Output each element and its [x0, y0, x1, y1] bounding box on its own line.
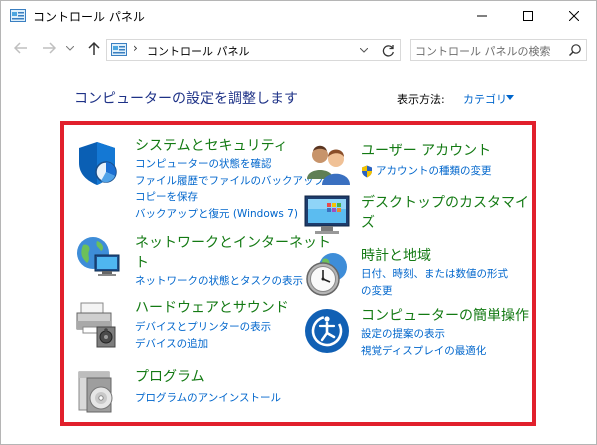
category-link[interactable]: コンピューターの状態を確認 [135, 157, 272, 172]
address-bar[interactable]: › コントロール パネル [106, 39, 401, 61]
printer-icon[interactable] [73, 299, 123, 349]
search-input[interactable]: コントロール パネルの検索 [415, 43, 551, 59]
category-link[interactable]: バックアップと復元 (Windows 7) [135, 207, 298, 222]
category-title[interactable]: 時計と地域 [361, 248, 431, 265]
up-button[interactable] [84, 38, 104, 58]
close-button[interactable] [551, 1, 597, 31]
control-panel-icon [111, 43, 127, 56]
refresh-icon [382, 44, 394, 57]
window-title: コントロール パネル [33, 10, 145, 24]
view-by-dropdown[interactable]: カテゴリ [463, 91, 507, 107]
breadcrumb-chevron-icon[interactable]: › [133, 41, 138, 55]
category-link[interactable]: 日付、時刻、または数値の形式 [361, 267, 508, 282]
search-icon[interactable] [568, 43, 582, 57]
recent-locations-button[interactable] [63, 38, 77, 58]
forward-button[interactable] [39, 38, 59, 58]
category-link[interactable]: アカウントの種類の変更 [376, 164, 492, 179]
category-link[interactable]: の変更 [361, 284, 393, 299]
back-arrow-icon [14, 42, 27, 54]
up-arrow-icon [88, 41, 100, 55]
programs-icon[interactable] [73, 366, 123, 416]
close-icon [569, 11, 579, 21]
maximize-button[interactable] [505, 1, 551, 31]
category-link[interactable]: ファイル履歴でファイルのバックアップ [135, 174, 324, 189]
category-title[interactable]: ユーザー アカウント [361, 143, 491, 160]
ease-of-access-icon[interactable] [303, 306, 353, 356]
minimize-icon [477, 15, 487, 17]
view-by-caret-icon[interactable] [506, 95, 514, 100]
category-title[interactable]: コンピューターの簡単操作 [361, 308, 529, 325]
category-link[interactable]: ネットワークの状態とタスクの表示 [135, 274, 303, 289]
chevron-down-icon [360, 47, 368, 53]
control-panel-icon [10, 9, 26, 22]
forward-arrow-icon [43, 42, 56, 54]
category-title[interactable]: デスクトップのカスタマイ [361, 195, 529, 212]
breadcrumb-item[interactable]: コントロール パネル [147, 43, 250, 59]
chevron-down-icon [66, 45, 74, 51]
users-icon[interactable] [303, 139, 353, 189]
network-globe-icon[interactable] [73, 233, 123, 283]
category-title[interactable]: ネットワークとインターネット [135, 235, 331, 252]
address-dropdown-button[interactable] [357, 44, 371, 56]
category-title[interactable]: ハードウェアとサウンド [135, 300, 289, 317]
category-link[interactable]: コピーを保存 [135, 190, 198, 205]
category-link[interactable]: 設定の提案の表示 [361, 327, 445, 342]
navigation-bar: › コントロール パネル コントロール パネルの検索 [1, 34, 596, 64]
category-title[interactable]: システムとセキュリティ [135, 138, 288, 155]
category-title-wrap[interactable]: ト [135, 255, 149, 272]
category-link[interactable]: 視覚ディスプレイの最適化 [361, 344, 486, 359]
category-link[interactable]: デバイスの追加 [135, 337, 208, 352]
view-by-label: 表示方法: [397, 93, 445, 106]
minimize-button[interactable] [459, 1, 505, 31]
category-link[interactable]: デバイスとプリンターの表示 [135, 320, 271, 335]
control-panel-window: コントロール パネル › コントロール パネル コントロール パネルの検索 コン… [0, 0, 597, 445]
uac-shield-icon [362, 165, 372, 178]
back-button[interactable] [11, 38, 31, 58]
clock-globe-icon[interactable] [303, 249, 353, 299]
category-title-wrap[interactable]: ズ [361, 215, 375, 232]
category-title[interactable]: プログラム [135, 369, 205, 386]
security-shield-icon[interactable] [73, 139, 123, 189]
refresh-button[interactable] [379, 42, 397, 58]
maximize-icon [523, 11, 533, 21]
search-box[interactable]: コントロール パネルの検索 [410, 39, 587, 61]
page-title: コンピューターの設定を調整します [74, 91, 298, 107]
title-bar: コントロール パネル [1, 1, 596, 32]
desktop-monitor-icon[interactable] [303, 191, 353, 241]
category-link[interactable]: プログラムのアンインストール [135, 391, 281, 406]
